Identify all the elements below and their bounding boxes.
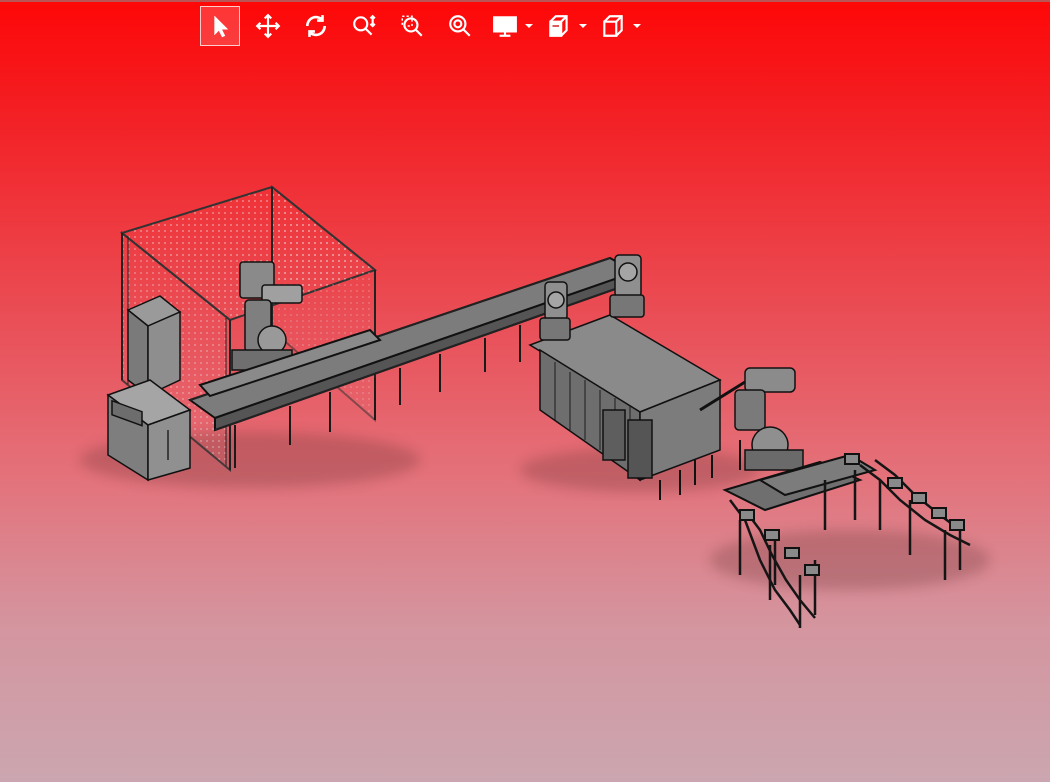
view-orientation-group <box>596 6 644 46</box>
assembly-line-model[interactable] <box>0 0 1050 782</box>
rotate-icon <box>306 15 326 37</box>
robot-arm-3 <box>609 254 645 318</box>
select-tool-button[interactable] <box>200 6 240 46</box>
section-view-button[interactable] <box>542 6 576 46</box>
pan-move-icon <box>255 13 281 39</box>
viewer-toolbar <box>200 5 650 47</box>
display-mode-dropdown[interactable] <box>522 6 536 46</box>
view-cube-button[interactable] <box>596 6 630 46</box>
robot-arm-2 <box>539 281 571 341</box>
control-cabinet <box>126 295 182 397</box>
3d-viewport[interactable] <box>0 0 1050 782</box>
view-cube-icon <box>603 15 623 37</box>
zoom-window-button[interactable] <box>392 6 432 46</box>
section-view-icon <box>549 15 568 37</box>
zoom-window-icon <box>401 15 423 37</box>
display-monitor-icon <box>493 16 517 37</box>
zoom-tool-button[interactable] <box>344 6 384 46</box>
caret-down-icon <box>525 24 533 28</box>
zoom-vertical-icon <box>353 14 376 36</box>
section-view-group <box>542 6 590 46</box>
caret-down-icon <box>579 24 587 28</box>
zoom-fit-button[interactable] <box>440 6 480 46</box>
section-view-dropdown[interactable] <box>576 6 590 46</box>
select-arrow-icon <box>214 15 228 38</box>
display-mode-button[interactable] <box>488 6 522 46</box>
rotate-tool-button[interactable] <box>296 6 336 46</box>
view-cube-dropdown[interactable] <box>630 6 644 46</box>
display-mode-group <box>488 6 536 46</box>
pan-tool-button[interactable] <box>248 6 288 46</box>
zoom-fit-icon <box>449 15 471 37</box>
caret-down-icon <box>633 24 641 28</box>
